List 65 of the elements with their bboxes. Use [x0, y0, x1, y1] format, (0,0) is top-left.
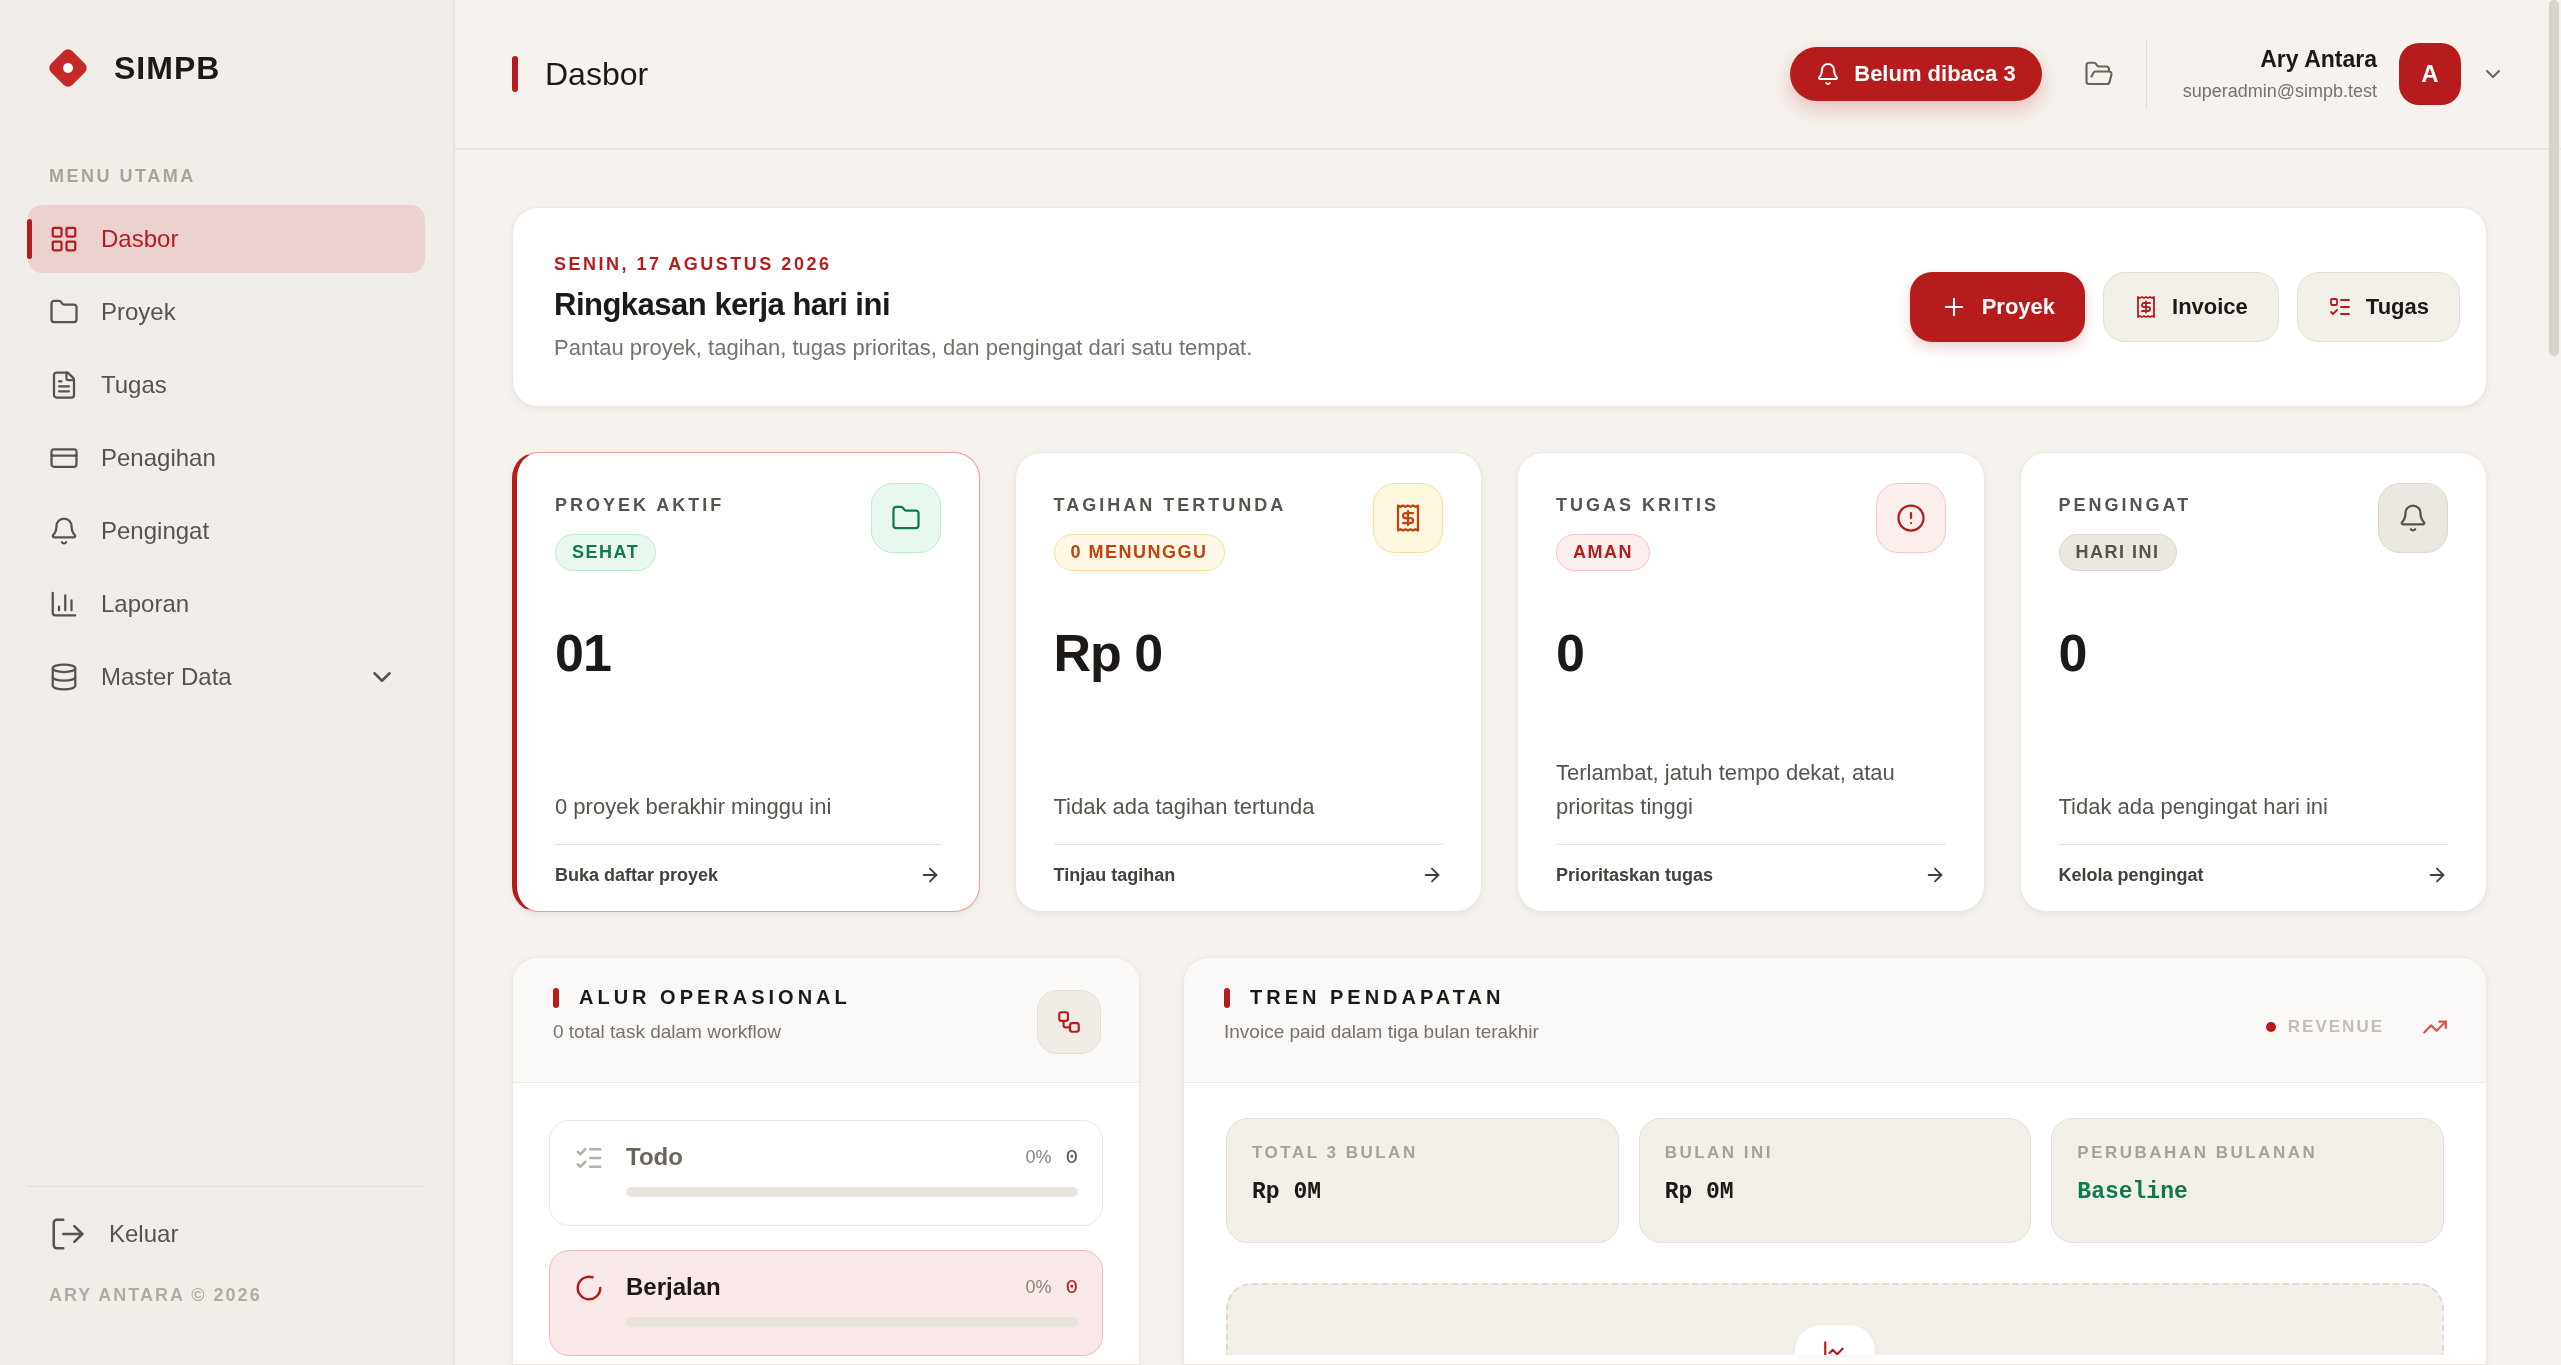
legend-label: REVENUE — [2287, 1017, 2384, 1037]
stat-description: Tidak ada tagihan tertunda — [1053, 790, 1443, 845]
sidebar-item[interactable]: Penagihan — [28, 424, 425, 492]
action-button[interactable]: Invoice — [2103, 272, 2279, 342]
sidebar-item[interactable]: Master Data — [28, 643, 425, 711]
metric-value: Baseline — [2077, 1179, 2189, 1205]
stat-link[interactable]: Kelola pengingat — [2058, 845, 2448, 911]
summary-title: Ringkasan kerja hari ini — [554, 286, 892, 323]
sidebar-item[interactable]: Dasbor — [28, 205, 425, 273]
metric-value: Rp 0M — [1664, 1179, 1735, 1205]
stage-percent: 0% — [1025, 1276, 1052, 1298]
panel-subtitle: 0 total task dalam workflow — [553, 1021, 783, 1043]
status-badge: AMAN — [1556, 534, 1650, 571]
stat-description: Terlambat, jatuh tempo dekat, atau prioritas tinggi — [1556, 756, 1946, 845]
stage-count: 0 — [1065, 1145, 1078, 1169]
workflow-stage[interactable]: Berjalan 0% 0 — [549, 1250, 1103, 1356]
stage-label: Berjalan — [626, 1273, 722, 1301]
summary-subtitle: Pantau proyek, tagihan, tugas prioritas, dan pengingat dari satu tempat. — [554, 334, 1254, 361]
stat-card[interactable]: PROYEK AKTIF SEHAT 01 0 proyek berakhir minggu ini Buka daftar proyek — [512, 452, 980, 912]
workflow-stage[interactable]: Todo 0% 0 — [549, 1120, 1103, 1226]
sidebar-item[interactable]: Tugas — [28, 351, 425, 419]
date-text: SENIN, 17 AGUSTUS 2026 — [554, 253, 833, 275]
stat-value: Rp 0 — [1053, 623, 1164, 683]
stat-label: TAGIHAN TERTUNDA — [1053, 495, 1287, 516]
stage-label: Todo — [626, 1143, 684, 1171]
metric-label: BULAN INI — [1664, 1143, 1775, 1163]
stat-card[interactable]: PENGINGAT HARI INI 0 Tidak ada pengingat hari ini Kelola pengingat — [2019, 452, 2487, 912]
page-title: Dasbor — [545, 55, 650, 93]
menu-section-label: MENU UTAMA — [48, 165, 197, 188]
stage-percent: 0% — [1025, 1146, 1052, 1168]
stat-value: 01 — [555, 623, 612, 683]
user-name: Ary Antara — [2260, 46, 2377, 73]
stat-description: 0 proyek berakhir minggu ini — [555, 790, 941, 845]
action-button[interactable]: Tugas — [2296, 272, 2460, 342]
stat-card[interactable]: TUGAS KRITIS AMAN 0 Terlambat, jatuh tempo dekat, atau prioritas tinggi Prioritaskan tugas — [1517, 452, 1985, 912]
stat-link[interactable]: Tinjau tagihan — [1053, 845, 1443, 911]
stat-label: TUGAS KRITIS — [1556, 495, 1719, 516]
metric-label: TOTAL 3 BULAN — [1252, 1143, 1419, 1163]
stat-card[interactable]: TAGIHAN TERTUNDA 0 MENUNGGU Rp 0 Tidak ada tagihan tertunda Tinjau tagihan — [1014, 452, 1482, 912]
sidebar-item[interactable]: Proyek — [28, 278, 425, 346]
stat-value: 0 — [1556, 623, 1585, 683]
status-badge: HARI INI — [2058, 534, 2177, 571]
stat-value: 0 — [2058, 623, 2088, 683]
logout-link[interactable]: Keluar — [28, 1197, 425, 1271]
panel-title: TREN PENDAPATAN — [1250, 986, 1505, 1009]
stat-label: PENGINGAT — [2058, 495, 2192, 516]
notification-button[interactable]: Belum dibaca 3 — [1790, 47, 2042, 101]
status-badge: SEHAT — [555, 534, 657, 571]
stat-link[interactable]: Prioritaskan tugas — [1556, 845, 1946, 911]
panel-subtitle: Invoice paid dalam tiga bulan terakhir — [1224, 1021, 1539, 1043]
metric-value: Rp 0M — [1252, 1179, 1322, 1205]
stat-label: PROYEK AKTIF — [555, 495, 725, 516]
copyright-text: ARY ANTARA © 2026 — [48, 1284, 263, 1307]
stat-link[interactable]: Buka daftar proyek — [555, 845, 941, 911]
app-name: SIMPB — [114, 49, 221, 87]
user-email: superadmin@simpb.test — [2182, 81, 2377, 102]
stage-count: 0 — [1065, 1275, 1078, 1299]
action-button[interactable]: Proyek — [1909, 272, 2086, 342]
sidebar-item[interactable]: Pengingat — [28, 497, 425, 565]
user-avatar[interactable]: A — [2399, 43, 2461, 105]
panel-title: ALUR OPERASIONAL — [579, 986, 851, 1009]
stat-description: Tidak ada pengingat hari ini — [2058, 790, 2448, 845]
metric-label: PERUBAHAN BULANAN — [2077, 1143, 2319, 1163]
sidebar-item[interactable]: Laporan — [28, 570, 425, 638]
status-badge: 0 MENUNGGU — [1053, 534, 1225, 571]
